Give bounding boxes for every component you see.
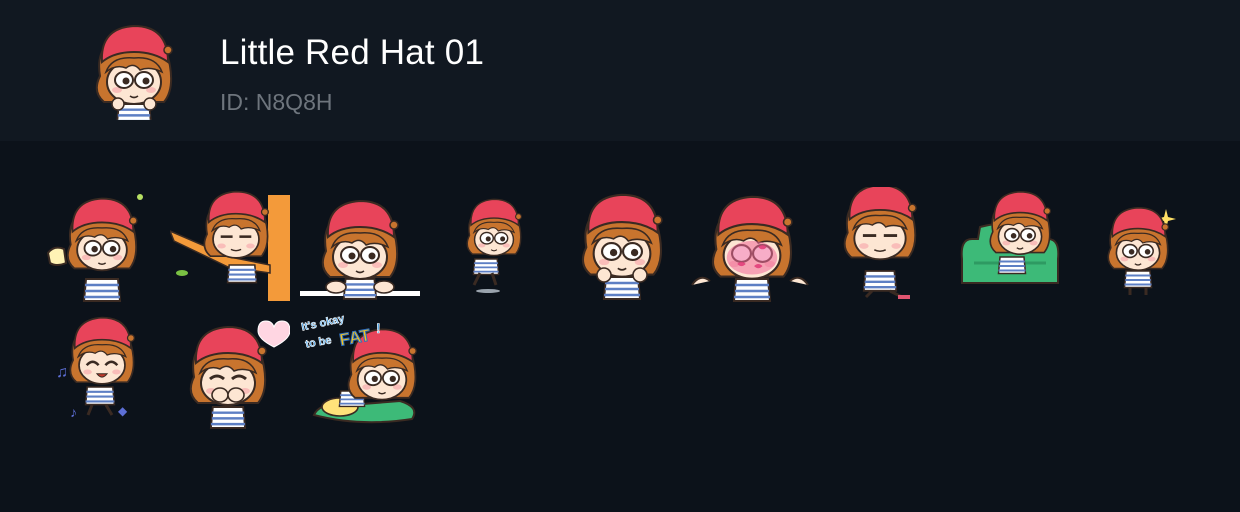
sticker-tree-branch[interactable] — [170, 187, 290, 307]
sticker-pointing[interactable] — [560, 187, 680, 307]
sticker-drinking[interactable] — [40, 187, 160, 307]
girl-kissed-icon — [691, 195, 809, 302]
girl-sparkle-icon — [1107, 206, 1176, 295]
sticker-peeking[interactable] — [300, 187, 420, 307]
sticker-grid: ♫ ♪ ◆ It's okay to be FAT ! — [0, 141, 1240, 512]
caption-line2: to be — [304, 334, 332, 350]
sticker-dancing[interactable]: ♫ ♪ ◆ — [40, 311, 160, 431]
girl-lying-fat-icon: It's okay to be FAT ! — [300, 312, 417, 424]
girl-heart-icon — [189, 320, 290, 429]
svg-text:◆: ◆ — [118, 404, 128, 418]
sticker-annoyed[interactable] — [820, 187, 940, 307]
pack-header: Little Red Hat 01 ID: N8Q8H — [0, 0, 1240, 141]
sticker-sofa[interactable] — [950, 187, 1070, 307]
girl-annoyed-icon — [843, 187, 917, 299]
sticker-jumping[interactable] — [430, 187, 550, 307]
girl-drinking-icon — [46, 194, 143, 302]
girl-jumping-icon — [466, 198, 522, 293]
pack-title: Little Red Hat 01 — [220, 33, 485, 72]
girl-on-sofa-icon — [960, 190, 1060, 284]
caption-mark: ! — [376, 320, 381, 336]
girl-dancing-icon: ♫ ♪ ◆ — [56, 316, 135, 420]
pack-thumbnail — [86, 24, 182, 120]
girl-thumbnail-icon — [95, 24, 173, 120]
girl-on-branch-icon — [170, 190, 290, 301]
svg-text:♪: ♪ — [70, 404, 77, 420]
svg-text:♫: ♫ — [56, 364, 68, 381]
pack-id: ID: N8Q8H — [220, 89, 333, 115]
girl-pointing-icon — [581, 193, 663, 300]
girl-peeking-icon — [300, 199, 420, 300]
sticker-fat[interactable]: It's okay to be FAT ! — [300, 311, 420, 431]
sticker-kiss-marks[interactable] — [690, 187, 810, 307]
sticker-heart[interactable] — [170, 311, 290, 431]
sticker-sparkle[interactable] — [1080, 187, 1200, 307]
